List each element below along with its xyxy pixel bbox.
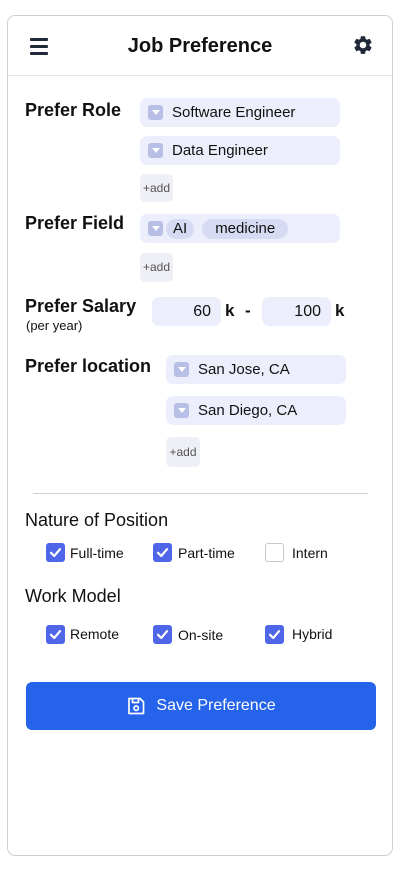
role-item[interactable]: Data Engineer	[140, 136, 340, 165]
add-role-button[interactable]: +add	[140, 174, 173, 202]
on-site-label: On-site	[178, 627, 224, 643]
field-selector[interactable]: AI medicine	[140, 214, 340, 243]
salary-max-input[interactable]	[262, 297, 331, 326]
chevron-down-icon[interactable]	[148, 105, 163, 120]
prefer-location-label: Prefer location	[25, 356, 152, 376]
save-icon	[128, 697, 145, 715]
nature-of-position-title: Nature of Position	[25, 510, 169, 530]
add-field-button[interactable]: +add	[140, 253, 173, 282]
field-tag[interactable]: AI	[166, 218, 195, 239]
intern-label: Intern	[292, 545, 328, 561]
part-time-label: Part-time	[178, 545, 235, 561]
salary-unit: k	[335, 301, 345, 320]
chevron-down-icon[interactable]	[148, 221, 163, 236]
full-time-checkbox[interactable]	[46, 543, 65, 562]
part-time-checkbox[interactable]	[153, 543, 172, 562]
prefer-field-label: Prefer Field	[25, 213, 125, 233]
chevron-down-icon[interactable]	[174, 403, 189, 418]
work-model-title: Work Model	[25, 586, 121, 606]
divider	[33, 493, 368, 494]
remote-checkbox[interactable]	[46, 625, 65, 644]
save-preference-button[interactable]: Save Preference	[26, 682, 376, 730]
location-item[interactable]: San Diego, CA	[166, 396, 346, 425]
field-tag[interactable]: medicine	[202, 218, 289, 239]
salary-period-label: (per year)	[26, 318, 83, 333]
location-item[interactable]: San Jose, CA	[166, 355, 346, 384]
intern-checkbox[interactable]	[265, 543, 284, 562]
add-location-button[interactable]: +add	[166, 437, 200, 467]
salary-min-input[interactable]	[152, 297, 221, 326]
page-title: Job Preference	[127, 35, 273, 57]
chevron-down-icon[interactable]	[174, 362, 189, 377]
save-button-label: Save Preference	[156, 697, 276, 714]
salary-unit: k	[225, 301, 235, 320]
hybrid-checkbox[interactable]	[265, 625, 284, 644]
prefer-role-label: Prefer Role	[25, 100, 122, 120]
chevron-down-icon[interactable]	[148, 143, 163, 158]
remote-label: Remote	[70, 626, 120, 642]
on-site-checkbox[interactable]	[153, 625, 172, 644]
full-time-label: Full-time	[70, 545, 124, 561]
gear-icon[interactable]	[352, 34, 374, 56]
hybrid-label: Hybrid	[292, 626, 333, 642]
salary-separator: -	[245, 301, 251, 320]
prefer-salary-label: Prefer Salary	[25, 296, 137, 316]
role-item[interactable]: Software Engineer	[140, 98, 340, 127]
app-frame: Job Preference Prefer Role Software Engi…	[7, 15, 393, 856]
header: Job Preference	[8, 16, 392, 76]
